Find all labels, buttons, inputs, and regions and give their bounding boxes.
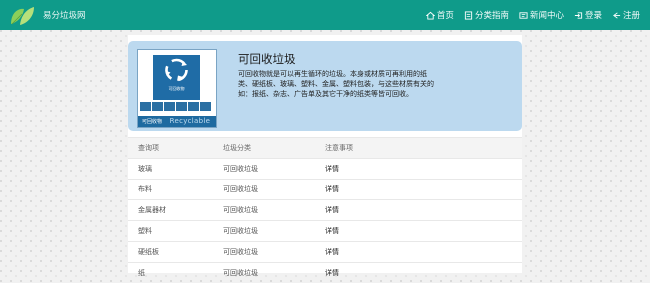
main-nav: 首页 分类指南 新闻中心 登录 注册 [425,9,640,21]
image-caption-strip: 可回收物 Recyclable [138,116,216,127]
table-row: 玻璃 可回收垃圾 详情 [128,157,522,180]
nav-register-label: 注册 [622,11,640,21]
nav-login[interactable]: 登录 [574,9,602,21]
leaf-logo-icon[interactable] [8,3,36,27]
row-item: 硬纸板 [128,240,213,263]
nav-news-label: 新闻中心 [529,11,564,21]
table-row: 布料 可回收垃圾 详情 [128,178,522,200]
bin-face: 可回收物 [153,55,200,100]
category-description: 可回收物就是可以再生循环的垃圾。本身或材质可再利用的纸类、硬纸板、玻璃、塑料、金… [238,70,434,98]
row-item: 纸 [128,261,213,283]
plastic-icon [188,102,199,111]
result-table: 查询项 垃圾分类 注意事项 玻璃 可回收垃圾 详情 布料 可回收垃圾 详情 金属… [128,137,522,283]
detail-link[interactable]: 详情 [315,240,522,263]
table-row: 金属器材 可回收垃圾 详情 [128,199,522,221]
detail-link[interactable]: 详情 [315,220,522,242]
row-category: 可回收垃圾 [213,157,315,180]
row-category: 可回收垃圾 [213,178,315,200]
news-icon [519,11,528,19]
paper-icon [140,102,151,111]
guide-icon [464,10,473,20]
row-category: 可回收垃圾 [213,220,315,242]
row-category: 可回收垃圾 [213,199,315,221]
row-item: 金属器材 [128,199,213,221]
nav-guide-label: 分类指南 [474,11,509,21]
header-notes: 注意事项 [315,137,522,159]
recycle-icon [165,58,188,82]
row-category: 可回收垃圾 [213,240,315,263]
fabric-icon [200,102,211,111]
material-icons-row [140,102,211,111]
header-category: 垃圾分类 [213,137,315,159]
image-label-en: Recyclable [169,117,211,125]
table-row: 硬纸板 可回收垃圾 详情 [128,240,522,263]
table-row: 纸 可回收垃圾 详情 [128,261,522,283]
detail-link[interactable]: 详情 [315,261,522,283]
home-icon [425,11,435,20]
nav-guide[interactable]: 分类指南 [464,9,509,21]
category-title: 可回收垃圾 [238,52,296,66]
login-icon [574,11,583,19]
nav-home-label: 首页 [436,11,454,21]
nav-news[interactable]: 新闻中心 [519,9,564,21]
nav-login-label: 登录 [584,11,602,21]
row-item: 塑料 [128,220,213,242]
category-card: 可回收物 可回收物 Recyclable 可回收垃圾 可回收物就是可以再生循环的… [128,41,522,131]
register-icon [613,11,621,19]
recyclable-bin-image: 可回收物 可回收物 Recyclable [137,49,217,128]
metal-icon [176,102,187,111]
row-item: 布料 [128,178,213,200]
top-nav-bar: 易分垃圾网 首页 分类指南 新闻中心 登录 注册 [0,0,650,30]
content-panel: 可回收物 可回收物 Recyclable 可回收垃圾 可回收物就是可以再生循环的… [128,35,522,283]
site-name[interactable]: 易分垃圾网 [43,9,86,21]
bin-label: 可回收物 [168,86,185,91]
header-query-item: 查询项 [128,137,213,159]
row-category: 可回收垃圾 [213,261,315,283]
detail-link[interactable]: 详情 [315,157,522,180]
nav-home[interactable]: 首页 [425,9,454,21]
detail-link[interactable]: 详情 [315,178,522,200]
image-label-cn: 可回收物 [142,119,163,125]
row-item: 玻璃 [128,157,213,180]
table-row: 塑料 可回收垃圾 详情 [128,220,522,242]
bottle-icon [152,102,163,111]
glass-icon [164,102,175,111]
nav-register[interactable]: 注册 [612,9,640,21]
detail-link[interactable]: 详情 [315,199,522,221]
table-header-row: 查询项 垃圾分类 注意事项 [128,137,522,159]
